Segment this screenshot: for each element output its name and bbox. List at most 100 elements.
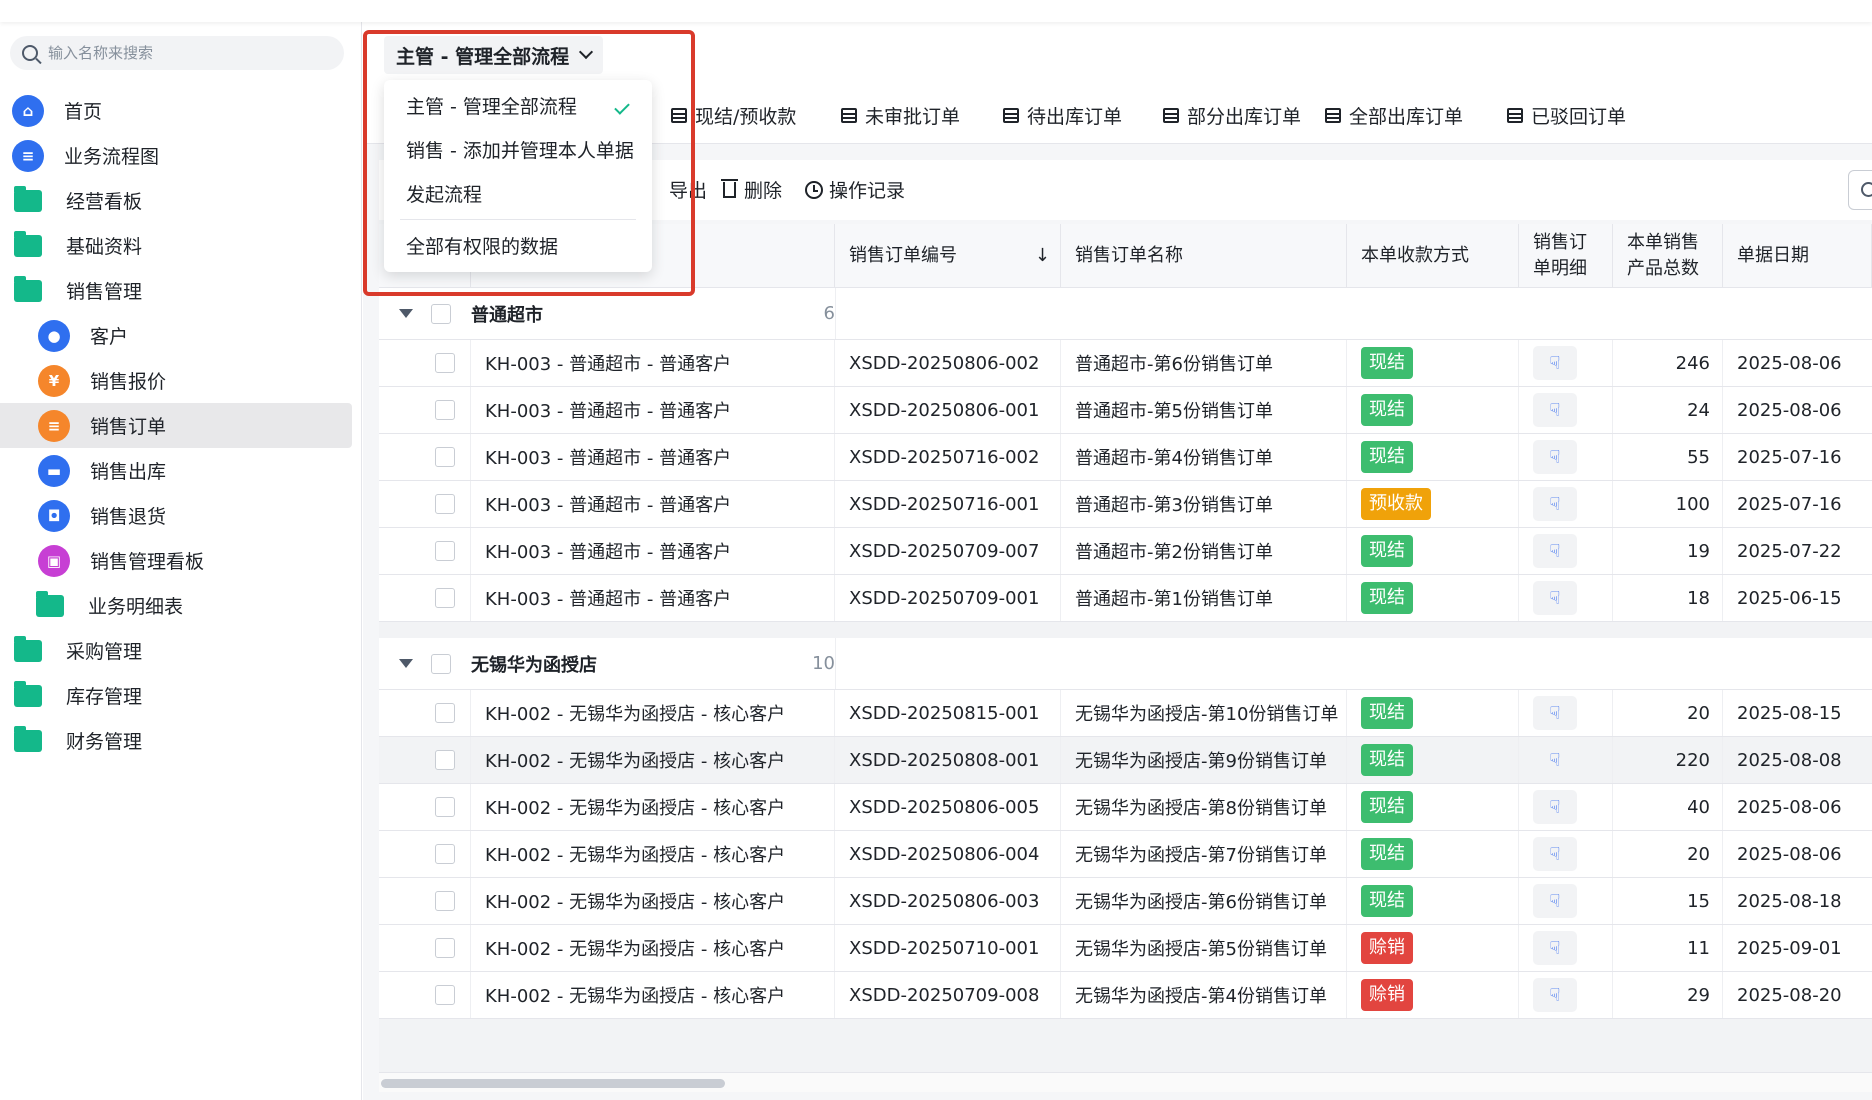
table-row[interactable]: KH-003 - 普通超市 - 普通客户 XSDD-20250806-001 普通超… — [379, 387, 1872, 434]
order-code-cell[interactable]: XSDD-20250806-003 — [849, 891, 1039, 912]
tab-3[interactable]: 部分出库订单 — [1163, 102, 1301, 129]
sidebar-item-12[interactable]: 采购管理 — [0, 628, 352, 673]
column-header-4[interactable]: 本单销售 产品总数 — [1613, 224, 1723, 288]
table-row[interactable]: KH-002 - 无锡华为函授店 - 核心客户 XSDD-20250815-001… — [379, 690, 1872, 737]
dropdown-option-supervisor[interactable]: 主管 - 管理全部流程 — [406, 92, 577, 119]
export-button[interactable]: 导出 — [669, 176, 707, 203]
row-checkbox[interactable] — [434, 447, 455, 467]
sidebar-item-0[interactable]: ⌂ 首页 — [0, 88, 352, 133]
row-checkbox[interactable] — [434, 353, 455, 373]
order-code-cell[interactable]: XSDD-20250815-001 — [849, 703, 1039, 724]
column-header-5[interactable]: 单据日期 — [1723, 224, 1872, 288]
caret-down-icon[interactable] — [399, 309, 413, 318]
role-dropdown-trigger[interactable]: 主管 - 管理全部流程 — [384, 36, 604, 74]
order-code-cell[interactable]: XSDD-20250806-004 — [849, 844, 1039, 865]
table-row[interactable]: KH-003 - 普通超市 - 普通客户 XSDD-20250716-002 普通超… — [379, 434, 1872, 481]
column-header-3[interactable]: 销售订 单明细 — [1519, 224, 1613, 288]
row-checkbox[interactable] — [434, 494, 455, 514]
table-row[interactable]: KH-002 - 无锡华为函授店 - 核心客户 XSDD-20250806-004… — [379, 831, 1872, 878]
dropdown-option-initiate[interactable]: 发起流程 — [406, 180, 482, 207]
horizontal-scrollbar[interactable] — [379, 1072, 1872, 1092]
sidebar-item-10[interactable]: ▣ 销售管理看板 — [0, 538, 352, 583]
column-header-1[interactable]: 销售订单名称 — [1061, 224, 1347, 288]
table-row[interactable]: KH-002 - 无锡华为函授店 - 核心客户 XSDD-20250806-005… — [379, 784, 1872, 831]
order-code-cell[interactable]: XSDD-20250716-001 — [849, 494, 1039, 515]
column-header-0[interactable]: 销售订单编号 ↓ — [835, 224, 1061, 288]
table-row[interactable]: KH-002 - 无锡华为函授店 - 核心客户 XSDD-20250709-008… — [379, 972, 1872, 1019]
sort-arrow-icon[interactable]: ↓ — [1035, 243, 1050, 269]
order-code-cell[interactable]: XSDD-20250808-001 — [849, 750, 1039, 771]
tab-5[interactable]: 已驳回订单 — [1507, 102, 1626, 129]
order-detail-button[interactable]: ☟ — [1533, 790, 1577, 824]
order-detail-button[interactable]: ☟ — [1533, 743, 1577, 777]
table-row[interactable]: KH-002 - 无锡华为函授店 - 核心客户 XSDD-20250808-001… — [379, 737, 1872, 784]
row-checkbox[interactable] — [434, 985, 455, 1005]
tab-1[interactable]: 未审批订单 — [841, 102, 960, 129]
order-code-cell[interactable]: XSDD-20250710-001 — [849, 938, 1039, 959]
order-detail-button[interactable]: ☟ — [1533, 931, 1577, 965]
search-input[interactable] — [48, 44, 318, 62]
tab-2[interactable]: 待出库订单 — [1003, 102, 1122, 129]
sidebar-item-8[interactable]: ▬ 销售出库 — [0, 448, 352, 493]
order-code-cell[interactable]: XSDD-20250709-007 — [849, 541, 1039, 562]
group-checkbox[interactable] — [431, 653, 451, 674]
sidebar-item-13[interactable]: 库存管理 — [0, 673, 352, 718]
order-date-cell: 2025-08-18 — [1737, 890, 1842, 912]
order-detail-button[interactable]: ☟ — [1533, 440, 1577, 474]
table-search-button[interactable] — [1848, 170, 1872, 210]
order-detail-button[interactable]: ☟ — [1533, 884, 1577, 918]
order-detail-button[interactable]: ☟ — [1533, 581, 1577, 615]
order-detail-button[interactable]: ☟ — [1533, 346, 1577, 380]
table-row[interactable]: KH-003 - 普通超市 - 普通客户 XSDD-20250716-001 普通超… — [379, 481, 1872, 528]
order-detail-button[interactable]: ☟ — [1533, 696, 1577, 730]
dropdown-option-all-data[interactable]: 全部有权限的数据 — [406, 232, 558, 259]
row-checkbox[interactable] — [434, 844, 455, 864]
row-checkbox[interactable] — [434, 400, 455, 420]
tab-0[interactable]: 现结/预收款 — [671, 102, 796, 129]
order-detail-button[interactable]: ☟ — [1533, 837, 1577, 871]
order-code-cell[interactable]: XSDD-20250806-005 — [849, 797, 1039, 818]
sidebar-item-5[interactable]: ● 客户 — [0, 313, 352, 358]
table-row[interactable]: KH-003 - 普通超市 - 普通客户 XSDD-20250709-001 普通超… — [379, 575, 1872, 622]
order-detail-button[interactable]: ☟ — [1533, 534, 1577, 568]
row-checkbox[interactable] — [434, 797, 455, 817]
caret-down-icon[interactable] — [399, 659, 413, 668]
operation-log-button[interactable]: 操作记录 — [805, 176, 905, 203]
row-checkbox[interactable] — [434, 541, 455, 561]
group-header-row[interactable]: 普通超市 6 — [379, 288, 1872, 340]
tab-4[interactable]: 全部出库订单 — [1325, 102, 1463, 129]
order-code-cell[interactable]: XSDD-20250716-002 — [849, 447, 1039, 468]
table-row[interactable]: KH-003 - 普通超市 - 普通客户 XSDD-20250709-007 普通超… — [379, 528, 1872, 575]
scrollbar-thumb[interactable] — [381, 1079, 725, 1088]
order-detail-button[interactable]: ☟ — [1533, 978, 1577, 1012]
row-checkbox[interactable] — [434, 588, 455, 608]
sidebar-item-6[interactable]: ¥ 销售报价 — [0, 358, 352, 403]
row-checkbox[interactable] — [434, 891, 455, 911]
order-detail-button[interactable]: ☟ — [1533, 393, 1577, 427]
order-code-cell[interactable]: XSDD-20250709-008 — [849, 985, 1039, 1006]
dropdown-option-sales[interactable]: 销售 - 添加并管理本人单据 — [406, 136, 634, 163]
group-header-row[interactable]: 无锡华为函授店 10 — [379, 638, 1872, 690]
sidebar-search[interactable] — [10, 36, 344, 70]
order-detail-button[interactable]: ☟ — [1533, 487, 1577, 521]
sidebar-item-14[interactable]: 财务管理 — [0, 718, 352, 763]
row-checkbox[interactable] — [434, 750, 455, 770]
table-row[interactable]: KH-002 - 无锡华为函授店 - 核心客户 XSDD-20250710-001… — [379, 925, 1872, 972]
table-row[interactable]: KH-003 - 普通超市 - 普通客户 XSDD-20250806-002 普通超… — [379, 340, 1872, 387]
delete-button[interactable]: 删除 — [721, 176, 782, 203]
sidebar-item-7[interactable]: ≡ 销售订单 — [0, 403, 352, 448]
group-checkbox[interactable] — [431, 303, 451, 324]
column-header-2[interactable]: 本单收款方式 — [1347, 224, 1519, 288]
sidebar-item-1[interactable]: ≡ 业务流程图 — [0, 133, 352, 178]
sidebar-item-9[interactable]: ◘ 销售退货 — [0, 493, 352, 538]
sidebar-item-2[interactable]: 经营看板 — [0, 178, 352, 223]
order-code-cell[interactable]: XSDD-20250806-002 — [849, 353, 1039, 374]
table-row[interactable]: KH-002 - 无锡华为函授店 - 核心客户 XSDD-20250806-003… — [379, 878, 1872, 925]
row-checkbox[interactable] — [434, 703, 455, 723]
sidebar-item-4[interactable]: 销售管理 — [0, 268, 352, 313]
row-checkbox[interactable] — [434, 938, 455, 958]
order-code-cell[interactable]: XSDD-20250806-001 — [849, 400, 1039, 421]
sidebar-item-3[interactable]: 基础资料 — [0, 223, 352, 268]
sidebar-item-11[interactable]: 业务明细表 — [0, 583, 352, 628]
order-code-cell[interactable]: XSDD-20250709-001 — [849, 588, 1039, 609]
